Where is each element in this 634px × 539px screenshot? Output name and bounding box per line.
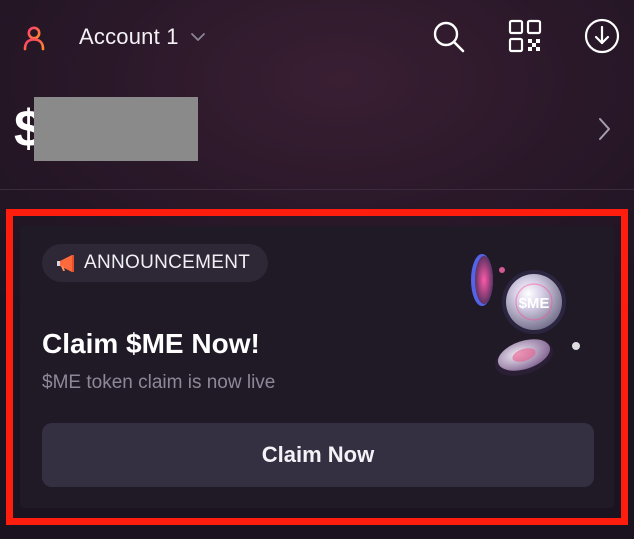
download-circle-icon[interactable] [584, 18, 620, 54]
coin-me-label: $ME [519, 295, 550, 312]
divider [0, 189, 634, 190]
announcement-title: Claim $ME Now! [42, 328, 260, 359]
chevron-down-icon [190, 33, 205, 41]
account-selector[interactable]: Account 1 [79, 22, 207, 52]
balance-row[interactable]: $ [0, 94, 634, 166]
announcement-badge-label: ANNOUNCEMENT [84, 252, 251, 273]
balance-value-redacted [34, 97, 198, 161]
me-coins-illustration: $ME [471, 254, 580, 376]
claim-now-button[interactable]: Claim Now [42, 423, 594, 487]
announcement-subtitle: $ME token claim is now live [42, 372, 276, 393]
chevron-right-icon [599, 118, 610, 140]
announcement-card[interactable]: ANNOUNCEMENT $ME Claim $ME Now! $ME toke… [20, 226, 614, 508]
search-icon[interactable] [430, 18, 466, 54]
user-icon[interactable] [20, 24, 48, 52]
account-name: Account 1 [79, 24, 179, 49]
top-bar: Account 1 [0, 0, 634, 74]
wallet-screen: Account 1 $ ANNOUNCEMENT $ME Claim $ME N… [0, 0, 634, 539]
qr-code-icon[interactable] [507, 18, 543, 54]
megaphone-icon [57, 255, 74, 272]
announcement-badge: ANNOUNCEMENT [42, 244, 268, 282]
